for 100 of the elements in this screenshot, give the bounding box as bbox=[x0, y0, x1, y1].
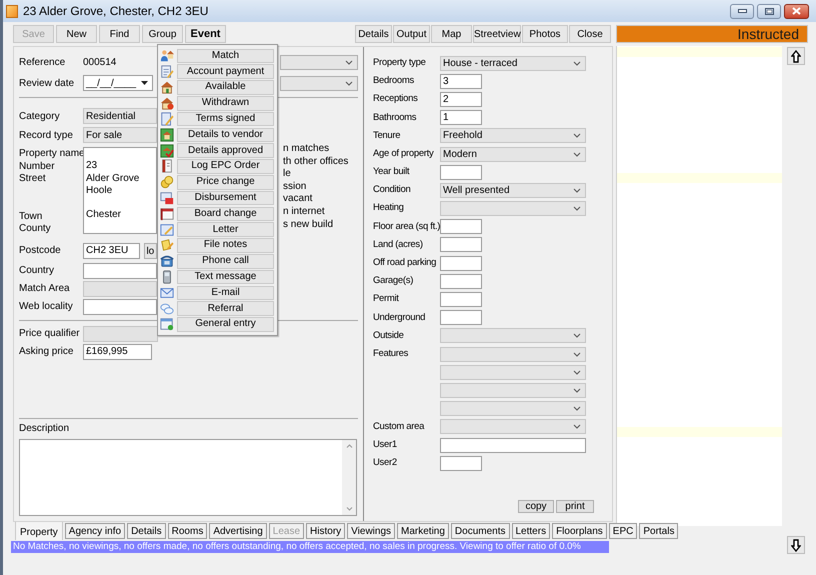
notes-icon bbox=[160, 238, 174, 252]
dropdown[interactable]: Modern bbox=[440, 146, 586, 162]
chevron-down-icon bbox=[573, 333, 581, 338]
dropdown[interactable]: For sale bbox=[83, 127, 157, 143]
field-label: Floor area (sq ft.) bbox=[373, 220, 440, 234]
tab[interactable]: Property bbox=[15, 522, 63, 540]
tab[interactable]: Portals bbox=[639, 523, 678, 539]
address-line: Alder Grove bbox=[86, 172, 140, 186]
tab[interactable]: Rooms bbox=[168, 523, 208, 539]
menu-item[interactable]: Details to vendor bbox=[177, 128, 274, 142]
input-field[interactable]: 2 bbox=[440, 92, 482, 107]
address-field[interactable]: 23 Alder Grove Hoole Chester bbox=[83, 147, 157, 234]
tab[interactable]: Floorplans bbox=[552, 523, 607, 539]
input-field[interactable]: CH2 3EU bbox=[83, 242, 140, 258]
dropdown[interactable]: Well presented bbox=[440, 182, 586, 198]
action-button[interactable]: print bbox=[556, 500, 594, 513]
menu-item[interactable]: Disbursement bbox=[177, 190, 274, 206]
menu-item[interactable]: E-mail bbox=[177, 286, 274, 300]
dropdown[interactable] bbox=[280, 55, 358, 70]
input-field[interactable] bbox=[440, 292, 482, 308]
input-field[interactable]: £169,995 bbox=[83, 344, 152, 360]
menu-item[interactable]: Referral bbox=[177, 301, 274, 316]
input-field[interactable]: 3 bbox=[440, 74, 482, 89]
option-label: n internet bbox=[283, 206, 326, 219]
tab[interactable]: Marketing bbox=[397, 523, 449, 539]
field-label: Number bbox=[19, 160, 56, 173]
menu-item[interactable]: Withdrawn bbox=[177, 96, 274, 111]
menu-item[interactable]: Letter bbox=[177, 222, 274, 237]
view-button[interactable]: Details bbox=[355, 25, 392, 43]
view-button[interactable]: Photos bbox=[522, 25, 568, 43]
input-field[interactable] bbox=[440, 438, 586, 453]
input-field[interactable] bbox=[83, 262, 157, 278]
menu-item[interactable]: Price change bbox=[177, 175, 274, 190]
house-tick-icon bbox=[160, 144, 174, 158]
field-label: Heating bbox=[373, 201, 405, 216]
input-field[interactable] bbox=[440, 310, 482, 326]
field-label: County bbox=[19, 223, 52, 236]
input-field[interactable] bbox=[440, 237, 482, 252]
view-button[interactable]: Close bbox=[569, 25, 611, 43]
toolbar-button[interactable]: Group bbox=[142, 25, 183, 43]
tab[interactable]: History bbox=[306, 523, 346, 539]
menu-item[interactable]: Details approved bbox=[177, 143, 274, 158]
tab[interactable]: Viewings bbox=[347, 523, 396, 539]
input-field[interactable] bbox=[440, 256, 482, 271]
dropdown[interactable]: House - terraced bbox=[440, 56, 586, 71]
dropdown[interactable] bbox=[440, 346, 586, 362]
menu-item[interactable]: Terms signed bbox=[177, 112, 274, 126]
input-field[interactable]: 1 bbox=[440, 110, 482, 126]
lookup-button[interactable]: lo bbox=[144, 242, 157, 258]
scroll-up-button[interactable] bbox=[787, 47, 805, 65]
tab[interactable]: Advertising bbox=[209, 523, 267, 539]
input-field[interactable] bbox=[440, 164, 482, 180]
toolbar-button[interactable]: Find bbox=[99, 25, 140, 43]
dropdown[interactable] bbox=[440, 419, 586, 434]
input-field[interactable] bbox=[440, 456, 482, 471]
document-icon bbox=[160, 222, 174, 237]
menu-item[interactable]: File notes bbox=[177, 238, 274, 253]
dropdown[interactable] bbox=[440, 382, 586, 398]
tab[interactable]: Letters bbox=[512, 523, 550, 539]
menu-item[interactable]: Match bbox=[177, 48, 274, 64]
field-label: Underground bbox=[373, 310, 426, 325]
option-label: th other offices bbox=[283, 156, 348, 168]
tab[interactable]: Details bbox=[127, 523, 166, 539]
dropdown[interactable] bbox=[280, 76, 358, 90]
dropdown[interactable] bbox=[440, 364, 586, 380]
dropdown[interactable]: Residential bbox=[83, 108, 157, 124]
tab[interactable]: EPC bbox=[608, 523, 638, 539]
chevron-down-icon bbox=[573, 60, 581, 66]
menu-item[interactable]: Available bbox=[177, 80, 274, 95]
menu-item[interactable]: Phone call bbox=[177, 254, 274, 268]
view-button[interactable]: Output bbox=[393, 25, 430, 43]
input-field[interactable] bbox=[440, 219, 482, 234]
date-field[interactable]: __/__/____ bbox=[83, 75, 153, 91]
input-field[interactable] bbox=[440, 274, 482, 289]
dropdown[interactable] bbox=[440, 401, 586, 416]
field-label: Country bbox=[19, 264, 56, 278]
action-button[interactable]: copy bbox=[518, 500, 554, 513]
menu-item[interactable]: Board change bbox=[177, 206, 274, 222]
scroll-down-button[interactable] bbox=[787, 536, 805, 554]
option-label: n matches bbox=[283, 143, 330, 156]
minimize-button[interactable] bbox=[730, 4, 754, 18]
scrollbar[interactable] bbox=[342, 440, 356, 515]
tab[interactable]: Documents bbox=[450, 523, 510, 539]
close-button[interactable] bbox=[784, 4, 809, 18]
menu-item[interactable]: Text message bbox=[177, 270, 274, 284]
input-field[interactable] bbox=[83, 298, 157, 314]
view-button[interactable]: Map bbox=[431, 25, 472, 43]
menu-item[interactable]: Log EPC Order bbox=[177, 159, 274, 174]
toolbar-button[interactable]: Event bbox=[185, 25, 226, 43]
description-field[interactable] bbox=[19, 439, 357, 516]
maximize-button[interactable] bbox=[757, 4, 781, 18]
toolbar-button[interactable]: New bbox=[56, 25, 97, 43]
field-label: Match Area bbox=[19, 282, 71, 296]
view-button[interactable]: Streetview bbox=[473, 25, 521, 43]
menu-item[interactable]: Account payment bbox=[177, 64, 274, 79]
dropdown[interactable] bbox=[440, 328, 586, 344]
dropdown[interactable] bbox=[440, 201, 586, 216]
menu-item[interactable]: General entry bbox=[177, 317, 274, 332]
tab[interactable]: Agency info bbox=[64, 523, 126, 539]
dropdown[interactable]: Freehold bbox=[440, 128, 586, 144]
